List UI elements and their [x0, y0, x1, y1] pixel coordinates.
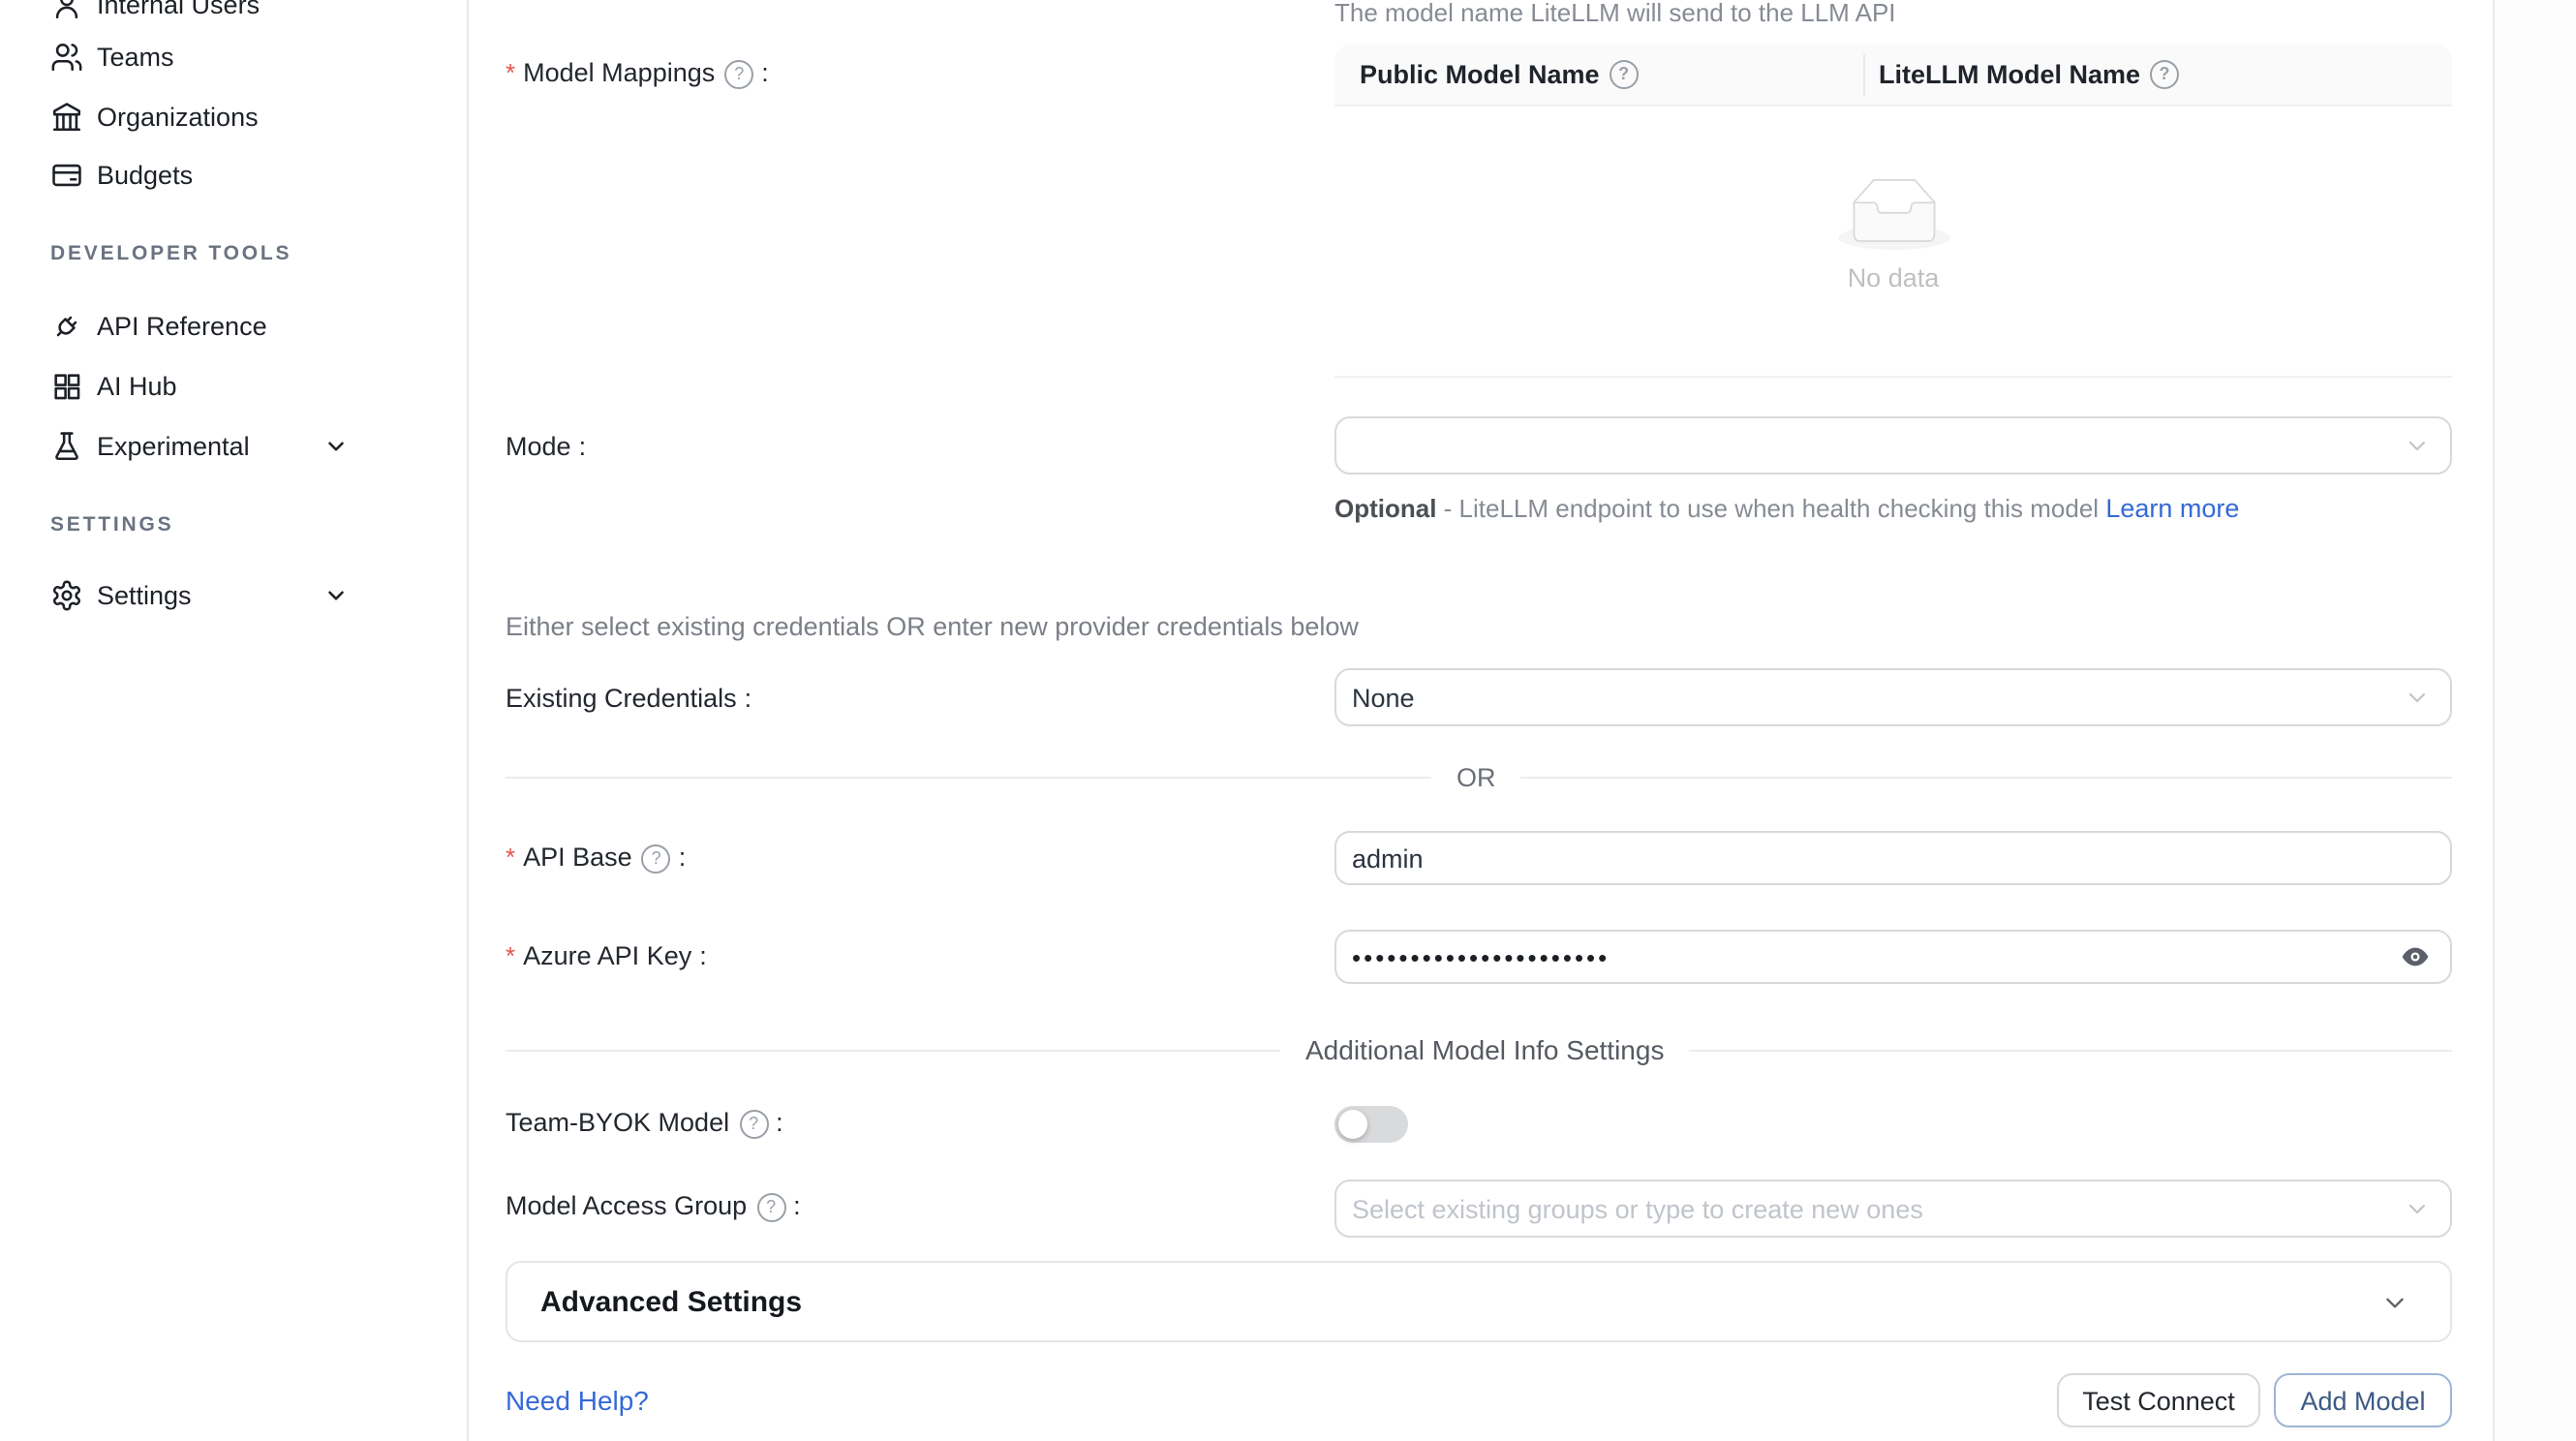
- mode-label: Mode: [506, 428, 586, 467]
- sidebar-item-label: Settings: [97, 580, 192, 609]
- sidebar-item-label: Organizations: [97, 102, 259, 131]
- test-connect-button[interactable]: Test Connect: [2057, 1373, 2260, 1427]
- mode-select[interactable]: [1334, 416, 2452, 475]
- model-mappings-label: Model Mappings: [506, 54, 769, 93]
- chevron-down-icon: [2382, 1289, 2407, 1314]
- sidebar-item-label: Teams: [97, 42, 174, 71]
- team-byok-label: Team-BYOK Model: [506, 1104, 783, 1143]
- additional-settings-divider: Additional Model Info Settings: [506, 1036, 2452, 1063]
- sidebar-item-teams[interactable]: Teams: [0, 29, 465, 83]
- team-byok-toggle[interactable]: [1334, 1106, 1408, 1143]
- required-asterisk: [506, 937, 523, 976]
- sidebar-item-organizations[interactable]: Organizations: [0, 89, 465, 143]
- sidebar-item-label: API Reference: [97, 311, 267, 340]
- sidebar-item-settings[interactable]: Settings: [0, 567, 465, 622]
- litellm-model-name-helper: The model name LiteLLM will send to the …: [1334, 0, 1896, 33]
- chevron-down-icon: [2406, 434, 2429, 457]
- advanced-settings-title: Advanced Settings: [540, 1285, 802, 1318]
- gear-icon: [50, 578, 83, 611]
- help-circle-icon[interactable]: [642, 843, 671, 873]
- table-bottom-border: [1334, 376, 2452, 378]
- plug-icon: [50, 309, 83, 342]
- column-header-public-model-name: Public Model Name: [1360, 60, 1639, 89]
- sidebar-item-label: Experimental: [97, 431, 250, 460]
- sidebar-item-ai-hub[interactable]: AI Hub: [0, 358, 465, 413]
- chevron-down-icon: [323, 582, 349, 607]
- sidebar-item-experimental[interactable]: Experimental: [0, 418, 465, 473]
- sidebar-item-label: AI Hub: [97, 371, 177, 400]
- add-model-page: Internal Users Teams Organizations Budge…: [0, 0, 2576, 1441]
- chevron-down-icon: [2406, 1197, 2429, 1220]
- need-help-link[interactable]: Need Help?: [506, 1385, 649, 1416]
- page-background-strip: [2493, 0, 2576, 1441]
- existing-credentials-select[interactable]: None: [1334, 668, 2452, 726]
- help-circle-icon[interactable]: [756, 1192, 785, 1221]
- sidebar: Internal Users Teams Organizations Budge…: [0, 0, 469, 1441]
- chevron-down-icon: [2406, 686, 2429, 709]
- credentials-note: Either select existing credentials OR en…: [506, 612, 1359, 641]
- required-asterisk: [506, 839, 523, 877]
- masked-password-value: ••••••••••••••••••••••: [1352, 944, 1610, 969]
- sidebar-item-label: Internal Users: [97, 0, 260, 18]
- or-divider: OR: [506, 763, 2452, 790]
- credit-card-icon: [50, 158, 83, 191]
- api-base-input[interactable]: admin: [1334, 831, 2452, 885]
- sidebar-section-developer-tools: DEVELOPER TOOLS: [50, 240, 291, 267]
- toggle-knob: [1338, 1110, 1367, 1139]
- mode-helper-bold: Optional: [1334, 494, 1436, 523]
- learn-more-link[interactable]: Learn more: [2105, 494, 2239, 523]
- sidebar-item-api-reference[interactable]: API Reference: [0, 298, 465, 353]
- azure-api-key-label: Azure API Key: [506, 937, 707, 976]
- empty-state-text: No data: [1334, 263, 2452, 292]
- users-icon: [50, 40, 83, 73]
- eye-icon[interactable]: [2400, 941, 2431, 972]
- chevron-down-icon: [323, 433, 349, 458]
- user-icon: [50, 0, 83, 20]
- column-divider: [1863, 54, 1865, 97]
- help-circle-icon[interactable]: [2150, 60, 2179, 89]
- sidebar-item-label: Budgets: [97, 160, 193, 189]
- existing-credentials-label: Existing Credentials: [506, 680, 751, 719]
- select-placeholder: Select existing groups or type to create…: [1352, 1194, 1923, 1223]
- grid-icon: [50, 369, 83, 402]
- model-mappings-table-header: Public Model Name LiteLLM Model Name: [1334, 45, 2452, 107]
- required-asterisk: [506, 54, 523, 93]
- flask-icon: [50, 429, 83, 462]
- column-header-litellm-model-name: LiteLLM Model Name: [1879, 60, 2179, 89]
- azure-api-key-input[interactable]: ••••••••••••••••••••••: [1334, 930, 2452, 984]
- help-circle-icon[interactable]: [724, 59, 753, 88]
- help-circle-icon[interactable]: [1610, 60, 1639, 89]
- mode-helper: Optional - LiteLLM endpoint to use when …: [1334, 490, 2249, 529]
- sidebar-item-budgets[interactable]: Budgets: [0, 147, 465, 201]
- advanced-settings-panel[interactable]: Advanced Settings: [506, 1261, 2452, 1342]
- add-model-button[interactable]: Add Model: [2274, 1373, 2452, 1427]
- bank-icon: [50, 100, 83, 133]
- help-circle-icon[interactable]: [739, 1109, 768, 1138]
- sidebar-section-settings: SETTINGS: [50, 511, 173, 538]
- sidebar-item-internal-users[interactable]: Internal Users: [0, 0, 465, 31]
- model-access-group-label: Model Access Group: [506, 1187, 801, 1226]
- model-access-group-select[interactable]: Select existing groups or type to create…: [1334, 1180, 2452, 1238]
- api-base-label: API Base: [506, 839, 686, 877]
- empty-inbox-icon: [1837, 178, 1949, 250]
- empty-state: No data: [1334, 178, 2452, 292]
